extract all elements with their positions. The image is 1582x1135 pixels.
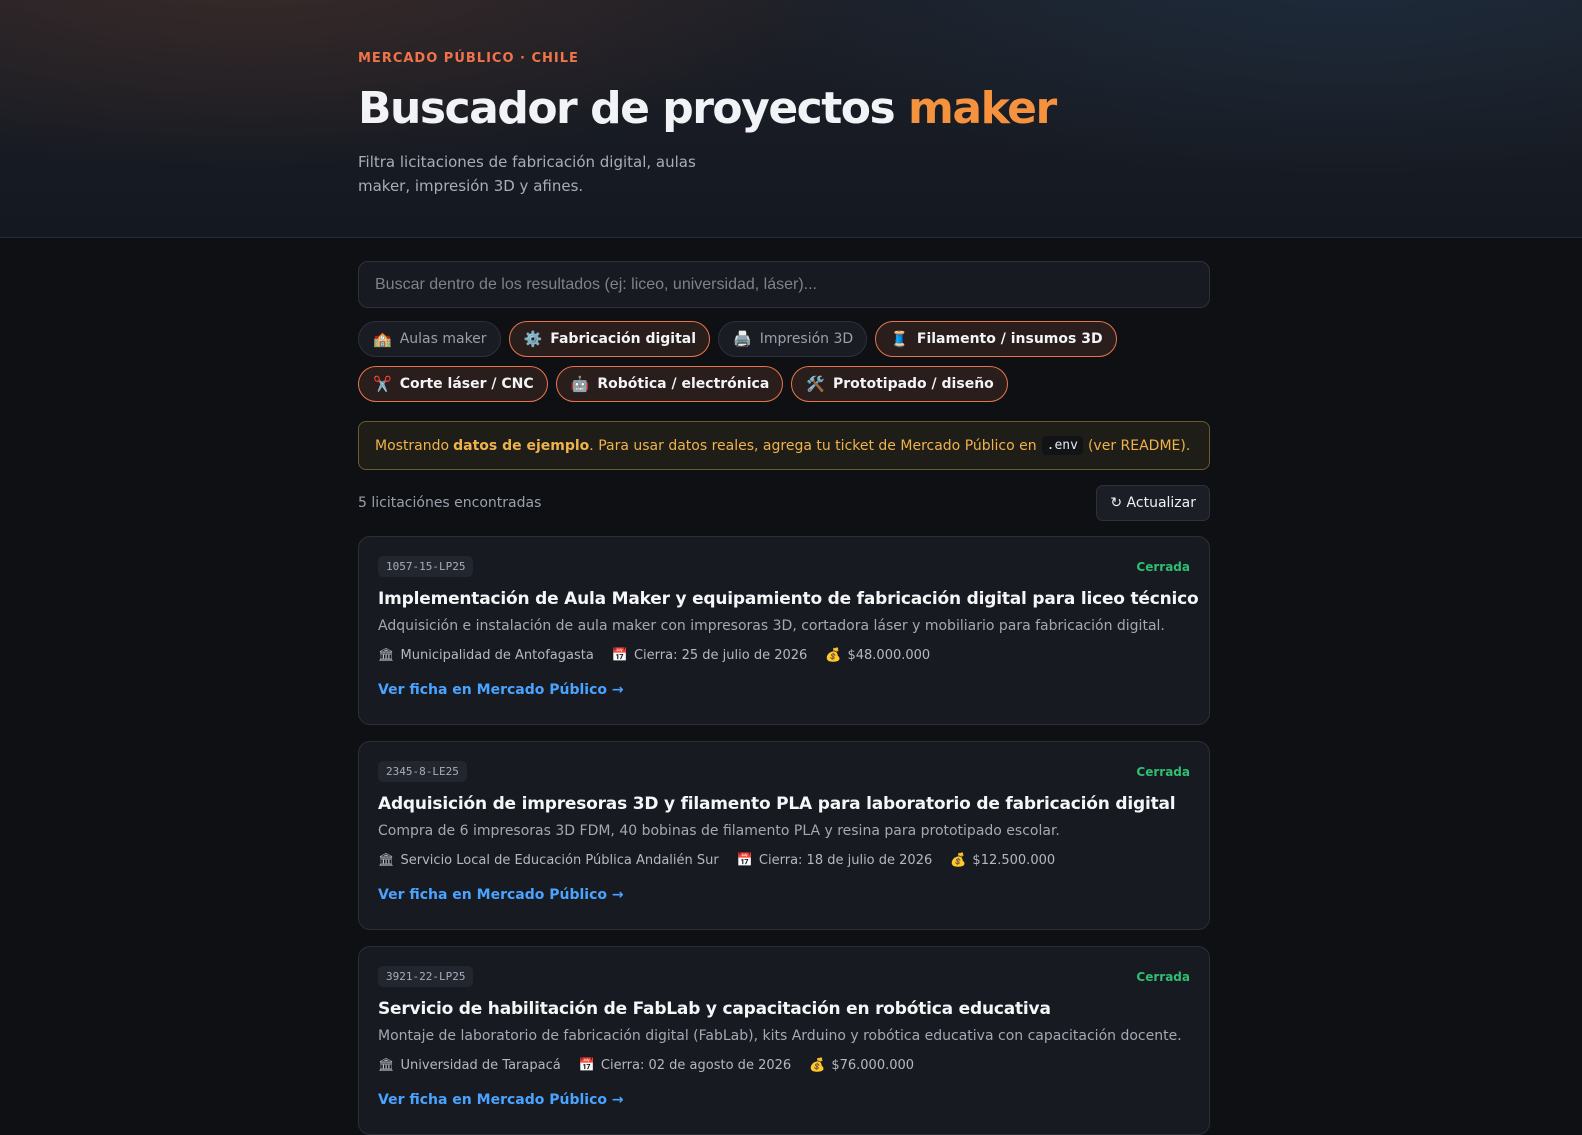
tender-description: Adquisición e instalación de aula maker …: [378, 618, 1165, 634]
filter-chip[interactable]: 🖨️ Impresión 3D: [718, 321, 868, 357]
filter-chip-label: Fabricación digital: [550, 331, 697, 347]
tender-close-label: Cierra: 25 de julio de 2026: [633, 648, 808, 663]
tender-description: Compra de 6 impresoras 3D FDM, 40 bobina…: [378, 823, 1060, 839]
filter-chip-label: Aulas maker: [399, 331, 487, 347]
tender-close-date: 📅 Cierra: 02 de agosto de 2026: [579, 1058, 791, 1073]
tender-card: 3921-22-LP25 Cerrada Servicio de habilit…: [358, 946, 1210, 1135]
filter-chip-label: Prototipado / diseño: [832, 376, 994, 392]
money-bag-icon: 💰: [825, 648, 842, 663]
bank-icon: 🏛: [378, 1058, 395, 1073]
filter-chip-label: Filamento / insumos 3D: [916, 331, 1103, 347]
filter-chip[interactable]: ✂️ Corte láser / CNC: [358, 366, 548, 402]
notice-prefix: Mostrando: [375, 437, 450, 454]
filter-chip-label: Impresión 3D: [759, 331, 854, 347]
bank-icon: 🏛: [378, 648, 395, 663]
filter-chip[interactable]: 🤖 Robótica / electrónica: [555, 366, 784, 402]
tender-org: 🏛 Municipalidad de Antofagasta: [378, 648, 594, 663]
tender-link[interactable]: Ver ficha en Mercado Público →: [378, 682, 624, 698]
tender-org: 🏛 Servicio Local de Educación Pública And…: [378, 853, 719, 868]
tender-description: Montaje de laboratorio de fabricación di…: [378, 1028, 1182, 1044]
results-count: 5 licitaciónes encontradas: [358, 495, 542, 511]
hero-header: MERCADO PÚBLICO · CHILE Buscador de proy…: [0, 0, 1582, 238]
tender-meta: 🏛 Universidad de Tarapacá 📅 Cierra: 02 de …: [378, 1058, 1190, 1073]
calendar-icon: 📅: [736, 853, 753, 868]
tender-amount: 💰 $48.000.000: [825, 648, 930, 663]
tender-title: Implementación de Aula Maker y equipamie…: [378, 589, 1199, 609]
notice-middle: . Para usar datos reales, agrega tu tick…: [589, 437, 1037, 454]
tender-close-label: Cierra: 02 de agosto de 2026: [600, 1058, 792, 1073]
tender-org-label: Municipalidad de Antofagasta: [400, 648, 594, 663]
tender-org-label: Universidad de Tarapacá: [400, 1058, 561, 1073]
filter-chip[interactable]: 🛠️ Prototipado / diseño: [791, 366, 1008, 402]
status-badge: Cerrada: [1136, 765, 1190, 779]
sample-data-notice: Mostrando datos de ejemplo . Para usar d…: [358, 421, 1210, 470]
status-badge: Cerrada: [1136, 970, 1190, 984]
calendar-icon: 📅: [578, 1058, 595, 1073]
tender-amount: 💰 $76.000.000: [809, 1058, 914, 1073]
page-title-main: Buscador de proyectos: [358, 83, 909, 134]
tender-close-label: Cierra: 18 de julio de 2026: [758, 853, 933, 868]
tools-icon: 🛠️: [806, 374, 825, 393]
school-icon: 🏫: [373, 329, 392, 348]
filter-chip[interactable]: 🧵 Filamento / insumos 3D: [875, 321, 1117, 357]
tender-amount-label: $76.000.000: [831, 1058, 915, 1073]
page-subtitle: Filtra licitaciones de fabricación digit…: [358, 153, 696, 195]
scissors-icon: ✂️: [373, 374, 392, 393]
notice-bold: datos de ejemplo: [453, 437, 590, 454]
refresh-button[interactable]: ↻ Actualizar: [1096, 485, 1210, 521]
tender-meta: 🏛 Municipalidad de Antofagasta 📅 Cierra: 2…: [378, 648, 1190, 663]
gear-icon: ⚙️: [523, 329, 543, 348]
tender-org-label: Servicio Local de Educación Pública Anda…: [400, 853, 719, 868]
tender-meta: 🏛 Servicio Local de Educación Pública And…: [378, 853, 1190, 868]
tender-close-date: 📅 Cierra: 18 de julio de 2026: [737, 853, 933, 868]
tender-amount-label: $48.000.000: [847, 648, 931, 663]
tender-close-date: 📅 Cierra: 25 de julio de 2026: [612, 648, 808, 663]
search-box: [358, 261, 1210, 308]
page-title-accent: maker: [908, 83, 1057, 134]
tender-list: 1057-15-LP25 Cerrada Implementación de A…: [358, 536, 1210, 1135]
filter-chip-label: Robótica / electrónica: [597, 376, 770, 392]
robot-icon: 🤖: [570, 374, 590, 393]
status-badge: Cerrada: [1136, 560, 1190, 574]
printer-icon: 🖨️: [733, 329, 752, 348]
money-bag-icon: 💰: [950, 853, 967, 868]
tender-code: 1057-15-LP25: [378, 556, 474, 577]
tender-amount: 💰 $12.500.000: [950, 853, 1055, 868]
calendar-icon: 📅: [611, 648, 628, 663]
money-bag-icon: 💰: [809, 1058, 826, 1073]
notice-code: .env: [1041, 436, 1083, 455]
tender-card: 2345-8-LE25 Cerrada Adquisición de impre…: [358, 741, 1210, 930]
eyebrow: MERCADO PÚBLICO · CHILE: [358, 51, 579, 66]
results-bar: 5 licitaciónes encontradas ↻ Actualizar: [358, 485, 1210, 521]
tender-card: 1057-15-LP25 Cerrada Implementación de A…: [358, 536, 1210, 725]
tender-title: Adquisición de impresoras 3D y filamento…: [378, 794, 1176, 814]
thread-icon: 🧵: [890, 329, 909, 348]
tender-title: Servicio de habilitación de FabLab y cap…: [378, 999, 1051, 1019]
bank-icon: 🏛: [378, 853, 395, 868]
filter-chip[interactable]: 🏫 Aulas maker: [358, 321, 501, 357]
tender-org: 🏛 Universidad de Tarapacá: [378, 1058, 561, 1073]
filter-chips: 🏫 Aulas maker ⚙️ Fabricación digital 🖨️ Impre…: [358, 321, 1210, 402]
tender-amount-label: $12.500.000: [972, 853, 1056, 868]
tender-link[interactable]: Ver ficha en Mercado Público →: [378, 887, 624, 903]
search-input[interactable]: [375, 275, 1193, 294]
tender-code: 2345-8-LE25: [378, 761, 467, 782]
tender-link[interactable]: Ver ficha en Mercado Público →: [378, 1092, 624, 1108]
page-title: Buscador de proyectos maker: [358, 83, 1057, 134]
tender-code: 3921-22-LP25: [378, 966, 474, 987]
notice-suffix: (ver README).: [1087, 437, 1191, 454]
filter-chip[interactable]: ⚙️ Fabricación digital: [508, 321, 711, 357]
filter-chip-label: Corte láser / CNC: [399, 376, 534, 392]
